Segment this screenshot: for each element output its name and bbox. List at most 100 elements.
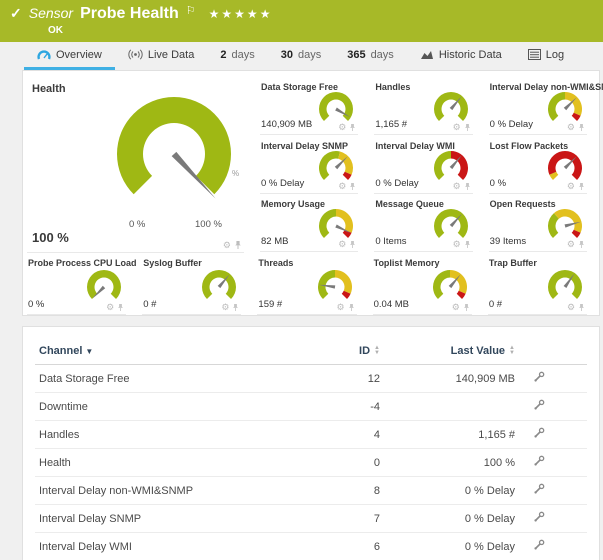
gear-icon[interactable]: ⚙ [452,303,460,312]
gear-icon[interactable]: ⚙ [338,182,346,191]
gauge-cell-toplist-memory: Toplist Memory 0.04 MB ⚙ [369,253,484,315]
gauge-cell-handles: Handles 1,165 # ⚙ [370,77,484,135]
health-gauge-max-label: 100 % [195,219,222,230]
tab-log[interactable]: Log [515,42,577,70]
tab-historic-data[interactable]: Historic Data [407,42,515,70]
pin-icon[interactable] [463,303,470,312]
pin-icon[interactable] [464,123,471,132]
channel-settings-icon[interactable] [533,371,545,383]
gear-icon[interactable]: ⚙ [338,240,346,249]
gear-icon[interactable]: ⚙ [567,123,575,132]
gear-icon[interactable]: ⚙ [106,303,114,312]
tab-overview[interactable]: Overview [24,42,115,70]
pin-icon[interactable] [117,303,124,312]
gauge-cell-interval-delay-wmi: Interval Delay WMI 0 % Delay ⚙ [370,136,484,194]
gear-icon[interactable]: ⚙ [567,182,575,191]
column-header-channel[interactable]: Channel▼ [35,341,325,365]
pin-icon[interactable] [348,303,355,312]
column-header-last-value[interactable]: Last Value▲▼ [380,341,515,365]
sort-desc-icon: ▼ [85,347,93,356]
gauge-cell-interval-delay-non-wmi-snmp: Interval Delay non-WMI&SNMP 0 % Delay ⚙ [485,77,599,135]
small-gauges-grid: Data Storage Free 140,909 MB ⚙ Handles 1… [256,77,599,253]
gear-icon[interactable]: ⚙ [223,241,231,250]
tab-365-days[interactable]: 365 days [334,42,407,70]
syslog-buffer-gauge [199,267,239,307]
gear-icon[interactable]: ⚙ [337,303,345,312]
column-header-actions [515,341,587,365]
health-gauge-value: 100 % [32,230,69,245]
sensor-type-label: Sensor [29,5,73,21]
gauge-cell-probe-process-cpu-load: Probe Process CPU Load 0 % ⚙ [23,253,138,315]
table-row[interactable]: Interval Delay WMI 6 0 % Delay [35,533,587,560]
live-signal-icon [128,49,143,60]
gear-icon[interactable]: ⚙ [453,123,461,132]
gauge-cell-message-queue: Message Queue 0 Items ⚙ [370,194,484,252]
column-header-id[interactable]: ID▲▼ [325,341,380,365]
health-gauge-min-label: 0 % [129,219,145,230]
gear-icon[interactable]: ⚙ [338,123,346,132]
priority-stars[interactable]: ★★★★★ [209,7,273,21]
table-row[interactable]: Handles 4 1,165 # [35,421,587,449]
pin-icon[interactable] [578,240,585,249]
probe-process-cpu-load-gauge [84,267,124,307]
tab-live-data[interactable]: Live Data [115,42,207,70]
health-gauge [109,89,239,219]
tab-2-days[interactable]: 2 days [207,42,267,70]
pin-icon[interactable] [349,240,356,249]
health-gauge-unit: % [232,169,239,178]
pin-icon[interactable] [232,303,239,312]
gauge-cell-data-storage-free: Data Storage Free 140,909 MB ⚙ [256,77,370,135]
gauge-cell-memory-usage: Memory Usage 82 MB ⚙ [256,194,370,252]
table-row[interactable]: Downtime -4 [35,393,587,421]
sensor-header: ✓ Sensor Probe Health ⚐ ★★★★★ OK [0,0,603,42]
table-row[interactable]: Interval Delay non-WMI&SNMP 8 0 % Delay [35,477,587,505]
gauge-cell-lost-flow-packets: Lost Flow Packets 0 % ⚙ [485,136,599,194]
tab-bar: Overview Live Data 2 days 30 days 365 da… [0,42,603,70]
pin-icon[interactable] [349,182,356,191]
sort-icon: ▲▼ [374,346,380,356]
gauge-cell-trap-buffer: Trap Buffer 0 # ⚙ [484,253,599,315]
tab-30-days[interactable]: 30 days [268,42,335,70]
pin-icon[interactable] [578,123,585,132]
pin-icon[interactable] [234,240,242,250]
status-badge: OK [48,25,593,36]
priority-flag-icon[interactable]: ⚐ [186,4,196,17]
pin-icon[interactable] [578,182,585,191]
gauge-icon [37,49,51,61]
channels-table-body: Data Storage Free 12 140,909 MB Downtime… [35,365,587,560]
status-check-icon: ✓ [10,5,22,22]
gear-icon[interactable]: ⚙ [453,182,461,191]
channel-settings-icon[interactable] [533,539,545,551]
health-gauge-cell: Health % 0 % 100 % 100 % ⚙ [23,77,256,253]
pin-icon[interactable] [578,303,585,312]
channel-settings-icon[interactable] [533,399,545,411]
trap-buffer-gauge [545,267,585,307]
channel-settings-icon[interactable] [533,511,545,523]
channel-settings-icon[interactable] [533,427,545,439]
gauge-cell-open-requests: Open Requests 39 Items ⚙ [485,194,599,252]
pin-icon[interactable] [464,240,471,249]
gauge-cell-threads: Threads 159 # ⚙ [253,253,368,315]
channels-panel: Channel▼ ID▲▼ Last Value▲▼ Data Storage … [22,326,600,560]
gauge-cell-syslog-buffer: Syslog Buffer 0 # ⚙ [138,253,253,315]
chart-icon [420,49,434,60]
gauge-cell-interval-delay-snmp: Interval Delay SNMP 0 % Delay ⚙ [256,136,370,194]
threads-gauge [315,267,355,307]
table-row[interactable]: Interval Delay SNMP 7 0 % Delay [35,505,587,533]
channel-settings-icon[interactable] [533,483,545,495]
channels-table: Channel▼ ID▲▼ Last Value▲▼ Data Storage … [35,341,587,560]
pin-icon[interactable] [349,123,356,132]
pin-icon[interactable] [464,182,471,191]
gear-icon[interactable]: ⚙ [567,240,575,249]
gear-icon[interactable]: ⚙ [567,303,575,312]
toplist-memory-gauge [430,267,470,307]
bottom-gauges-row: Probe Process CPU Load 0 % ⚙ Syslog Buff… [23,253,599,315]
gear-icon[interactable]: ⚙ [221,303,229,312]
table-row[interactable]: Data Storage Free 12 140,909 MB [35,365,587,393]
gauges-panel: Health % 0 % 100 % 100 % ⚙ Data Storage … [22,70,600,316]
sort-icon: ▲▼ [509,346,515,356]
table-row[interactable]: Health 0 100 % [35,449,587,477]
channel-settings-icon[interactable] [533,455,545,467]
page-title: Probe Health [80,5,179,23]
gear-icon[interactable]: ⚙ [453,240,461,249]
